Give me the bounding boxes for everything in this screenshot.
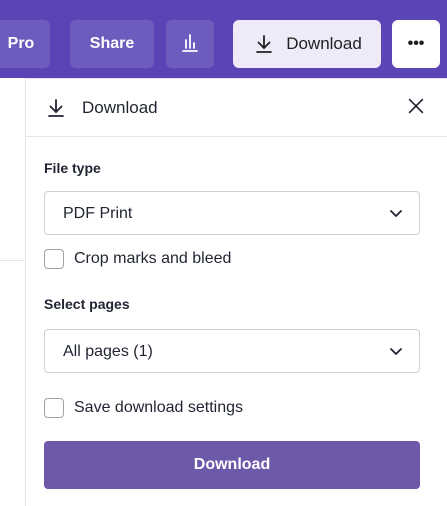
bar-chart-icon (178, 30, 202, 59)
share-button[interactable]: Share (70, 20, 154, 68)
chevron-down-icon (389, 344, 403, 358)
file-type-label: File type (44, 160, 101, 176)
download-arrow-icon (252, 32, 276, 56)
download-menu-button[interactable]: Download (233, 20, 381, 68)
pro-label: Pro (7, 35, 35, 52)
file-type-select[interactable]: PDF Print (44, 191, 420, 235)
download-button-label: Download (193, 456, 271, 473)
pro-button[interactable]: Pro (0, 20, 50, 68)
more-icon: ••• (407, 35, 425, 52)
save-settings-option[interactable]: Save download settings (44, 396, 243, 420)
share-label: Share (89, 35, 135, 52)
select-pages-select[interactable]: All pages (1) (44, 329, 420, 373)
download-arrow-icon (44, 96, 68, 120)
download-menu-label: Download (286, 34, 362, 53)
panel-header: Download (26, 79, 447, 137)
more-options-button[interactable]: ••• (392, 20, 440, 68)
crop-marks-label: Crop marks and bleed (74, 250, 232, 267)
panel-title: Download (82, 98, 158, 117)
select-pages-label: Select pages (44, 296, 130, 312)
save-settings-checkbox[interactable] (44, 398, 64, 418)
download-panel: Download File type PDF Print Crop marks … (25, 78, 447, 506)
close-button[interactable] (403, 95, 429, 121)
crop-marks-checkbox[interactable] (44, 249, 64, 269)
close-icon (405, 95, 427, 122)
divider (0, 260, 25, 261)
save-settings-label: Save download settings (74, 399, 243, 416)
download-button[interactable]: Download (44, 441, 420, 489)
select-pages-value: All pages (1) (63, 343, 153, 360)
insights-button[interactable] (166, 20, 214, 68)
file-type-value: PDF Print (63, 205, 133, 222)
crop-marks-option[interactable]: Crop marks and bleed (44, 247, 231, 271)
canvas-edge (0, 78, 25, 506)
editor-toolbar: Pro Share Download ••• (0, 0, 447, 78)
chevron-down-icon (389, 206, 403, 220)
